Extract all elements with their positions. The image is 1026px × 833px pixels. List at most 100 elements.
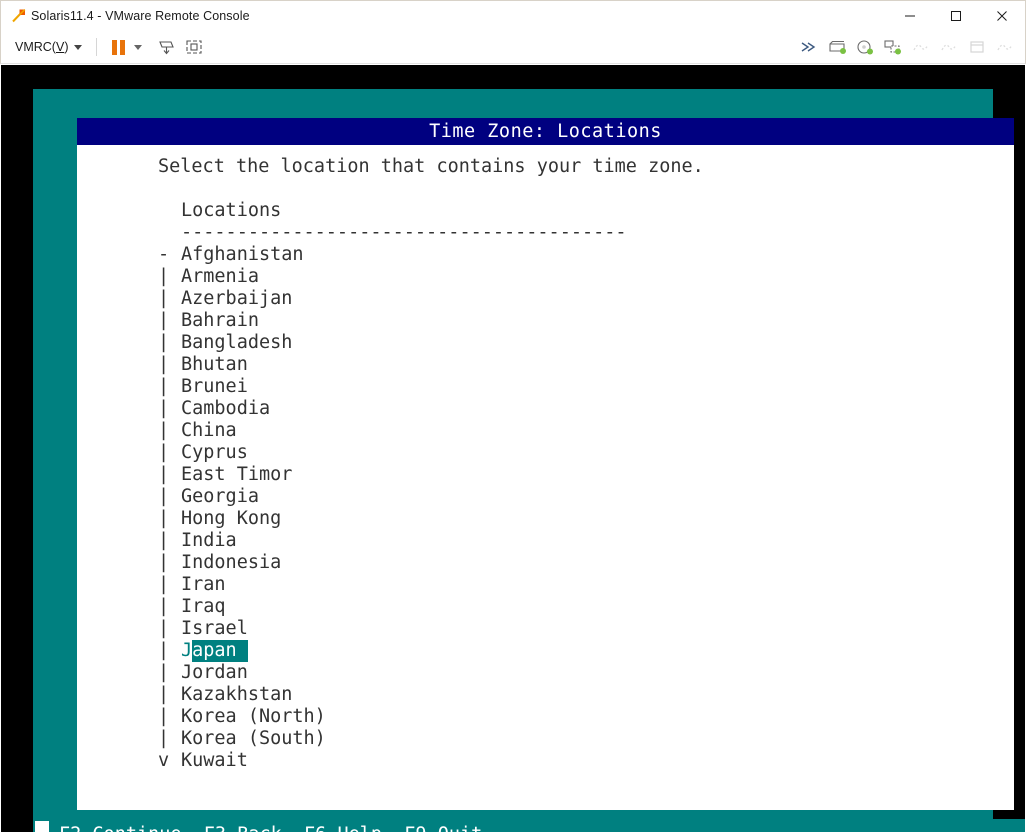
terminal-cursor — [35, 821, 49, 832]
list-item-label: Afghanistan — [181, 244, 304, 265]
list-item[interactable]: | Bhutan — [158, 354, 326, 376]
list-item[interactable]: | Georgia — [158, 486, 326, 508]
list-item-label: Kazakhstan — [181, 684, 293, 705]
list-gutter-bar: | — [158, 618, 181, 639]
list-item-label: Iran — [181, 574, 226, 595]
instruction-text: Select the location that contains your t… — [158, 156, 704, 177]
chevron-down-icon[interactable] — [134, 44, 143, 50]
list-gutter-bar: | — [158, 552, 181, 573]
list-item-label: Indonesia — [181, 552, 282, 573]
list-item-label: Korea (South) — [181, 728, 326, 749]
locations-list[interactable]: - Afghanistan | Armenia | Azerbaijan | Bahr… — [158, 244, 326, 772]
list-gutter-bar: | — [158, 266, 181, 287]
list-item[interactable]: | Iraq — [158, 596, 326, 618]
toolbar-divider — [96, 38, 98, 56]
list-header-rule: ---------------------------------------- — [181, 222, 627, 243]
send-keys-icon[interactable] — [795, 34, 823, 60]
maximize-button[interactable] — [933, 1, 979, 31]
list-item[interactable]: | Azerbaijan — [158, 288, 326, 310]
list-item-label: India — [181, 530, 237, 551]
network-adapter-icon[interactable] — [879, 34, 907, 60]
list-gutter-bar: | — [158, 442, 181, 463]
pause-icon[interactable] — [103, 39, 134, 55]
page-title: Time Zone: Locations — [77, 118, 1014, 145]
list-gutter-bar: | — [158, 684, 181, 705]
list-item-label: Jordan — [181, 662, 248, 683]
list-item[interactable]: | Cambodia — [158, 398, 326, 420]
list-item[interactable]: | Korea (South) — [158, 728, 326, 750]
cd-dvd-drive-icon[interactable] — [851, 34, 879, 60]
function-key-bar: F2_Continue F3_Back F6_Help F9_Quit — [33, 819, 1025, 832]
list-item[interactable]: | Iran — [158, 574, 326, 596]
list-gutter-bar: | — [158, 464, 181, 485]
list-item-label: Bangladesh — [181, 332, 293, 353]
list-item-label: Bhutan — [181, 354, 248, 375]
installer-body: Select the location that contains your t… — [77, 145, 1014, 810]
vmrc-menu-button[interactable]: VMRC(V) — [1, 34, 90, 60]
list-item-label: East Timor — [181, 464, 293, 485]
vmrc-menu-label: VMRC(V) — [15, 40, 69, 54]
list-item-label: Hong Kong — [181, 508, 282, 529]
list-column-header: Locations — [181, 200, 282, 221]
send-ctrl-alt-delete-icon[interactable] — [152, 34, 180, 60]
list-item[interactable]: | Cyprus — [158, 442, 326, 464]
full-screen-icon[interactable] — [180, 34, 208, 60]
list-item[interactable]: | Bangladesh — [158, 332, 326, 354]
list-gutter-bar: | — [158, 376, 181, 397]
hard-disk-icon[interactable] — [823, 34, 851, 60]
list-gutter-bar: | — [158, 596, 181, 617]
list-item[interactable]: | Kazakhstan — [158, 684, 326, 706]
list-item[interactable]: | Brunei — [158, 376, 326, 398]
function-keys-label[interactable]: F2_Continue F3_Back F6_Help F9_Quit — [59, 824, 482, 833]
close-button[interactable] — [979, 1, 1025, 31]
list-item[interactable]: | Israel — [158, 618, 326, 640]
list-gutter-bar: | — [158, 728, 181, 749]
list-gutter-bar: | — [158, 640, 181, 661]
list-item[interactable]: | Indonesia — [158, 552, 326, 574]
list-gutter-bar: | — [158, 420, 181, 441]
list-gutter-bar: | — [158, 310, 181, 331]
list-item[interactable]: | Armenia — [158, 266, 326, 288]
scroll-up-indicator: - — [158, 244, 181, 265]
list-item-label: Armenia — [181, 266, 259, 287]
list-item[interactable]: | East Timor — [158, 464, 326, 486]
more-devices-icon[interactable] — [991, 34, 1019, 60]
list-item[interactable]: | Bahrain — [158, 310, 326, 332]
list-item-label: Bahrain — [181, 310, 259, 331]
installer-frame: Time Zone: Locations Select the location… — [33, 89, 1014, 819]
list-gutter-bar: | — [158, 574, 181, 595]
vm-screen[interactable]: Time Zone: Locations Select the location… — [1, 65, 1025, 832]
usb-device-icon[interactable] — [907, 34, 935, 60]
list-item[interactable]: | Korea (North) — [158, 706, 326, 728]
list-gutter-bar: | — [158, 354, 181, 375]
list-gutter-bar: | — [158, 398, 181, 419]
list-item[interactable]: | Jordan — [158, 662, 326, 684]
toolbar-device-icons — [795, 34, 1025, 60]
vmrc-toolbar: VMRC(V) — [0, 31, 1026, 64]
installer-panel: Time Zone: Locations Select the location… — [77, 118, 1014, 810]
window-title: Solaris11.4 - VMware Remote Console — [31, 9, 250, 23]
list-item-label: Korea (North) — [181, 706, 326, 727]
list-item-label: Japan — [181, 640, 248, 662]
vmware-remote-console-window: Solaris11.4 - VMware Remote Console VMRC… — [0, 0, 1026, 833]
list-gutter-bar: | — [158, 508, 181, 529]
list-item-label: Azerbaijan — [181, 288, 293, 309]
list-item[interactable]: - Afghanistan — [158, 244, 326, 266]
list-item-label: Israel — [181, 618, 248, 639]
list-gutter-bar: | — [158, 332, 181, 353]
list-item[interactable]: | India — [158, 530, 326, 552]
printer-icon[interactable] — [963, 34, 991, 60]
sound-card-icon[interactable] — [935, 34, 963, 60]
vmware-icon — [1, 8, 31, 24]
list-item[interactable]: | Japan — [158, 640, 326, 662]
list-item-label: Georgia — [181, 486, 259, 507]
window-titlebar: Solaris11.4 - VMware Remote Console — [0, 0, 1026, 31]
chevron-down-icon — [74, 44, 83, 50]
list-gutter-bar: | — [158, 530, 181, 551]
list-item[interactable]: | China — [158, 420, 326, 442]
list-item[interactable]: v Kuwait — [158, 750, 326, 772]
minimize-button[interactable] — [887, 1, 933, 31]
list-item-label: Cyprus — [181, 442, 248, 463]
list-item-label: China — [181, 420, 237, 441]
list-item[interactable]: | Hong Kong — [158, 508, 326, 530]
